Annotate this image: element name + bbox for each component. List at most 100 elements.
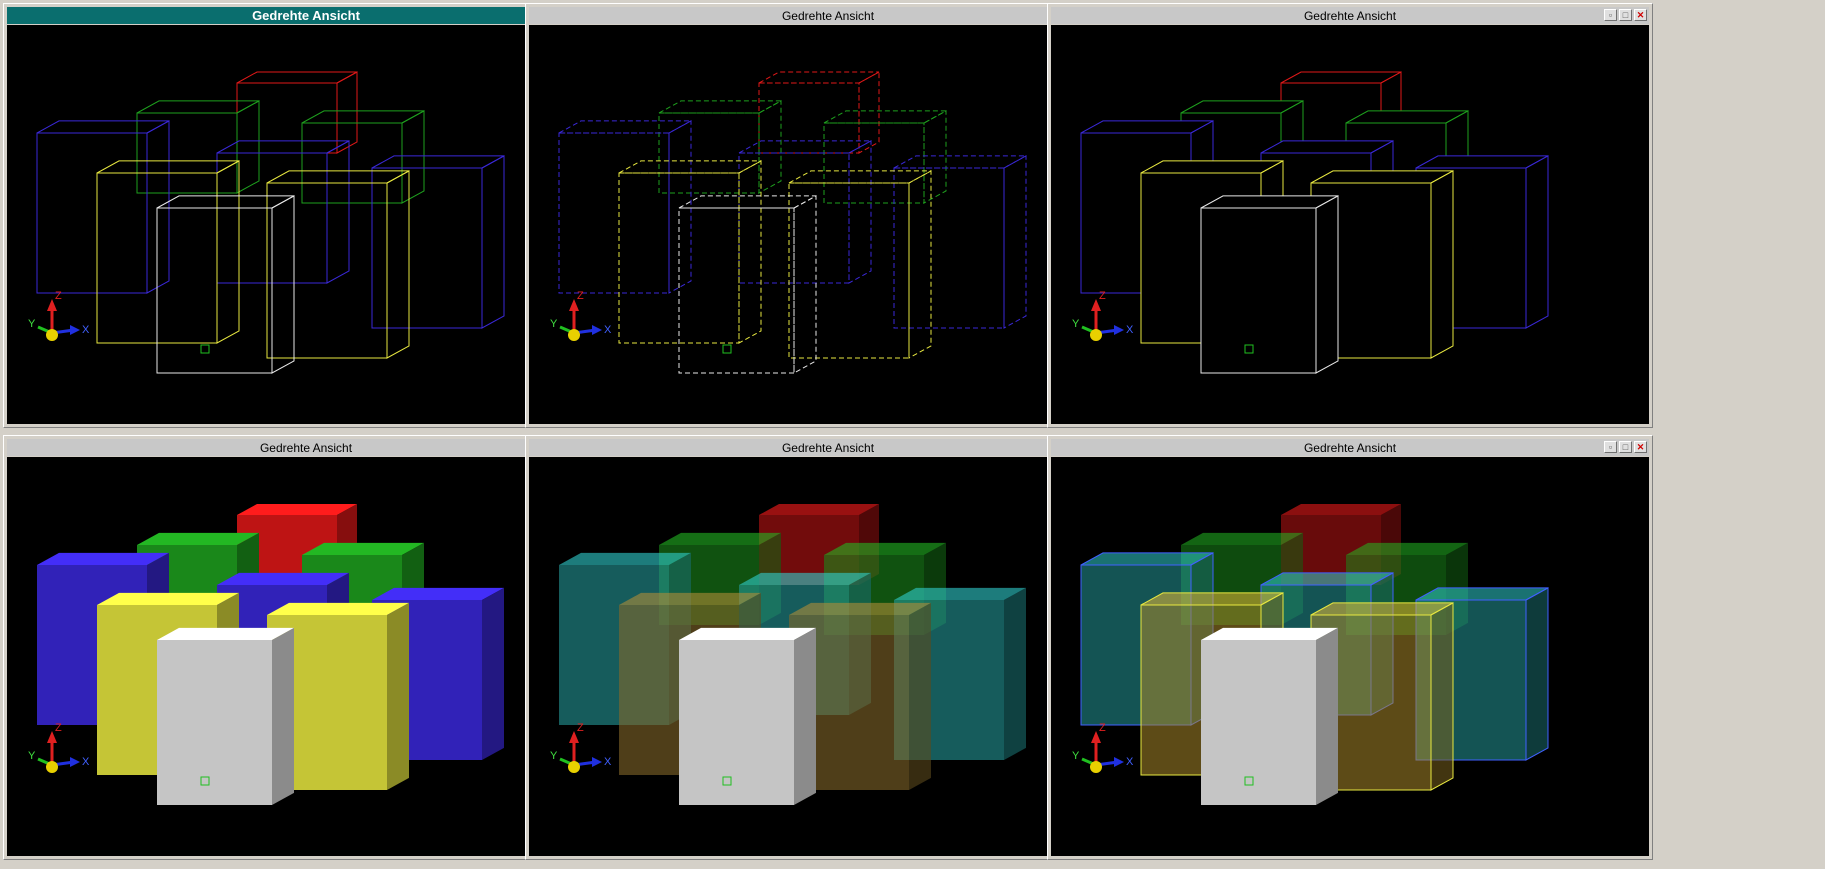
z-axis-label: Z [55,722,62,734]
white-block-front-face [678,207,795,374]
axis-triad: Z X Y [550,290,612,341]
white-block-front-face [679,640,794,805]
viewport-window-4[interactable]: Gedrehte Ansicht ▫ □ ✕ Z X Y [3,435,609,860]
y-axis-label: Y [28,750,36,762]
yellow-block-left-top-face [97,592,239,605]
blue-block-left-top-face [36,120,170,134]
yellow-block-left-top-face [618,160,762,174]
origin-sphere-icon [568,761,580,773]
blue-block-left-top-face [559,552,691,565]
origin-marker-icon [200,344,210,354]
model-assembly [37,504,504,805]
close-button[interactable]: ✕ [1634,441,1647,453]
blue-block-center-side-face [848,140,872,284]
x-axis-label: X [604,756,612,768]
model-assembly [559,504,1026,805]
window-title: Gedrehte Ansicht [1303,8,1397,23]
x-axis-label: X [82,756,90,768]
yellow-block-right-side-face [386,170,410,359]
blue-block-left-front-face [36,132,148,294]
white-block-top-face [156,195,295,209]
yellow-block-left-top-face [1140,592,1284,606]
z-axis-label: Z [577,722,584,734]
white-block-front-face [1200,207,1317,374]
blue-block-left-front-face [558,132,670,294]
yellow-block-right-side-face [387,602,409,790]
blue-block-right-top-face [893,155,1027,169]
blue-block-left-top-face [37,552,169,565]
window-titlebar[interactable]: Gedrehte Ansicht ▫ □ ✕ [7,7,605,24]
axis-triad: Z X Y [1072,290,1134,341]
yellow-block-right-top-face [267,602,409,615]
white-block-side-face [793,195,817,374]
minimize-button[interactable]: ▫ [1604,9,1617,21]
maximize-button[interactable]: □ [1619,9,1632,21]
x-arrow-head-icon [70,325,80,335]
blue-block-right-side-face [482,587,504,760]
axis-triad: Z X Y [28,722,90,773]
white-block-top-face [679,627,816,640]
blue-block-right-top-face [372,587,504,600]
white-block-side-face [272,627,294,805]
scene-canvas: Z X Y [1072,504,1549,805]
z-axis-label: Z [55,290,62,302]
origin-sphere-icon [46,761,58,773]
window-titlebar[interactable]: Gedrehte Ansicht ▫ □ ✕ [7,439,605,456]
blue-block-left-top-face [1080,552,1214,566]
blue-block-center-top-face [1260,140,1394,154]
y-axis-label: Y [550,750,558,762]
3d-viewport[interactable]: Z X Y [529,25,1127,424]
viewport-window-6[interactable]: Gedrehte Ansicht ▫ □ ✕ Z X Y [1047,435,1653,860]
x-axis-label: X [1126,756,1134,768]
minimize-button[interactable]: ▫ [1604,441,1617,453]
scene-canvas: Z X Y [28,71,505,374]
blue-block-left-top-face [1080,120,1214,134]
x-axis-label: X [604,324,612,336]
close-button[interactable]: ✕ [1634,9,1647,21]
window-title: Gedrehte Ansicht [781,440,875,455]
yellow-block-left-top-face [1140,160,1284,174]
green-block-left-side-face [236,100,260,194]
x-arrow-head-icon [1114,757,1124,767]
x-axis-label: X [82,324,90,336]
white-block-front-face [157,640,272,805]
3d-viewport[interactable]: Z X Y [1051,25,1649,424]
red-block-side-face [858,71,880,154]
3d-viewport[interactable]: Z X Y [529,457,1127,856]
3d-viewport[interactable]: Z X Y [7,25,605,424]
blue-block-right-side-face [1004,587,1026,760]
blue-block-center-top-face [1260,572,1394,586]
yellow-block-right-top-face [1310,170,1454,184]
viewport-window-1[interactable]: Gedrehte Ansicht ▫ □ ✕ Z X Y [3,3,609,428]
axis-triad: Z X Y [28,290,90,341]
window-titlebar[interactable]: Gedrehte Ansicht ▫ □ ✕ [529,439,1127,456]
origin-sphere-icon [1090,329,1102,341]
window-controls: ▫ □ ✕ [1604,9,1647,21]
white-block-front-face [156,207,273,374]
white-block-top-face [1201,627,1338,640]
yellow-block-right-side-face [909,602,931,790]
origin-sphere-icon [1090,761,1102,773]
viewport-window-3[interactable]: Gedrehte Ansicht ▫ □ ✕ Z X Y [1047,3,1653,428]
red-block-front-face [758,82,860,154]
3d-viewport[interactable]: Z X Y [1051,457,1649,856]
blue-block-center-top-face [739,572,871,585]
z-axis-label: Z [1099,722,1106,734]
yellow-block-left-top-face [619,592,761,605]
blue-block-left-top-face [558,120,692,134]
blue-block-right-top-face [894,587,1026,600]
blue-block-right-side-face [1003,155,1027,329]
window-titlebar[interactable]: Gedrehte Ansicht ▫ □ ✕ [529,7,1127,24]
window-title: Gedrehte Ansicht [252,8,360,23]
green-block-left-side-face [758,100,782,194]
window-titlebar[interactable]: Gedrehte Ansicht ▫ □ ✕ [1051,439,1649,456]
blue-block-right-top-face [1415,155,1549,169]
maximize-button[interactable]: □ [1619,441,1632,453]
3d-viewport[interactable]: Z X Y [7,457,605,856]
viewport-window-2[interactable]: Gedrehte Ansicht ▫ □ ✕ Z X Y [525,3,1131,428]
red-block-front-face [236,82,338,154]
yellow-block-right-side-face [908,170,932,359]
viewport-window-5[interactable]: Gedrehte Ansicht ▫ □ ✕ Z X Y [525,435,1131,860]
origin-marker-icon [722,344,732,354]
window-titlebar[interactable]: Gedrehte Ansicht ▫ □ ✕ [1051,7,1649,24]
